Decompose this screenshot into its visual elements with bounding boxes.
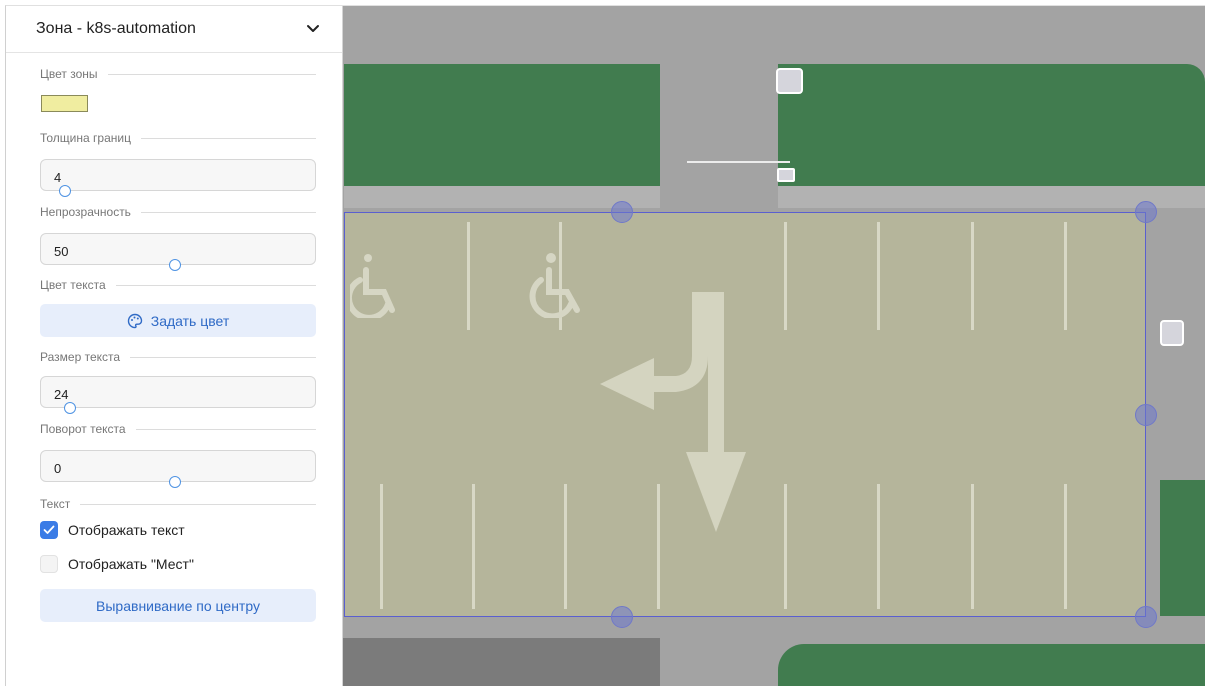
parking-line — [971, 222, 974, 330]
zone-settings-panel: Зона - k8s-automation Цвет зоны Толщина … — [6, 6, 343, 686]
text-size-slider-field[interactable]: 24 — [40, 376, 316, 414]
palette-icon — [127, 313, 142, 328]
grass-area-top-right — [778, 64, 1205, 186]
set-color-label: Задать цвет — [150, 312, 230, 329]
checkmark-icon — [43, 525, 55, 534]
show-places-label: Отображать "Мест" — [68, 556, 194, 572]
chevron-down-icon[interactable] — [306, 24, 320, 34]
wheelchair-icon — [529, 253, 580, 318]
zone-color-swatch[interactable] — [41, 95, 88, 112]
border-width-label: Толщина границ — [40, 131, 316, 145]
show-places-checkbox[interactable] — [40, 555, 58, 573]
opacity-slider-field[interactable]: 50 — [40, 233, 316, 271]
set-color-button[interactable]: Задать цвет — [40, 304, 316, 337]
map-marker-square[interactable] — [776, 68, 803, 94]
zone-handle-right-middle[interactable] — [1135, 404, 1157, 426]
wheelchair-icon — [350, 254, 395, 318]
parking-line — [971, 484, 974, 609]
zone-handle-top-right[interactable] — [1135, 201, 1157, 223]
parking-line — [1064, 484, 1067, 609]
text-color-label: Цвет текста — [40, 278, 316, 292]
panel-header[interactable]: Зона - k8s-automation — [6, 6, 342, 53]
align-center-button[interactable]: Выравнивание по центру — [40, 589, 316, 622]
text-rotation-label: Поворот текста — [40, 422, 316, 436]
parking-zone[interactable] — [344, 212, 1146, 617]
zone-handle-bottom-middle[interactable] — [611, 606, 633, 628]
grass-area-right — [1160, 480, 1205, 616]
zone-handle-top-middle[interactable] — [611, 201, 633, 223]
border-width-value: 4 — [54, 170, 62, 185]
show-text-row[interactable]: Отображать текст — [40, 521, 316, 539]
show-text-checkbox[interactable] — [40, 521, 58, 539]
turn-arrow-icon — [600, 292, 746, 532]
text-section-label: Текст — [40, 497, 316, 511]
border-width-slider-knob[interactable] — [59, 185, 71, 197]
map-marker-square[interactable] — [777, 168, 795, 182]
parking-line — [784, 222, 787, 330]
zone-handle-bottom-right[interactable] — [1135, 606, 1157, 628]
text-rotation-slider-knob[interactable] — [169, 476, 181, 488]
panel-title: Зона - k8s-automation — [36, 20, 196, 37]
text-size-label: Размер текста — [40, 350, 316, 364]
opacity-label: Непрозрачность — [40, 205, 316, 219]
parking-line — [877, 222, 880, 330]
show-text-label: Отображать текст — [68, 522, 185, 538]
app-frame: Зона - k8s-automation Цвет зоны Толщина … — [5, 5, 1205, 686]
parking-line — [564, 484, 567, 609]
map-marker-square[interactable] — [1160, 320, 1184, 346]
barrier-line — [687, 161, 790, 163]
border-width-slider-field[interactable]: 4 — [40, 159, 316, 197]
parking-line — [467, 222, 470, 330]
parking-line — [784, 484, 787, 609]
opacity-slider-knob[interactable] — [169, 259, 181, 271]
text-size-value: 24 — [54, 387, 69, 402]
align-center-label: Выравнивание по центру — [96, 597, 260, 614]
parking-line — [1064, 222, 1067, 330]
opacity-value: 50 — [54, 244, 69, 259]
show-places-row[interactable]: Отображать "Мест" — [40, 555, 316, 573]
text-size-slider-knob[interactable] — [64, 402, 76, 414]
text-rotation-slider-field[interactable]: 0 — [40, 450, 316, 488]
parking-line — [380, 484, 383, 609]
text-rotation-value: 0 — [54, 461, 62, 476]
parking-line — [877, 484, 880, 609]
zone-color-label: Цвет зоны — [40, 67, 316, 81]
parking-line — [472, 484, 475, 609]
grass-area-top-left — [344, 64, 660, 186]
grass-area-bottom-right — [778, 644, 1205, 686]
